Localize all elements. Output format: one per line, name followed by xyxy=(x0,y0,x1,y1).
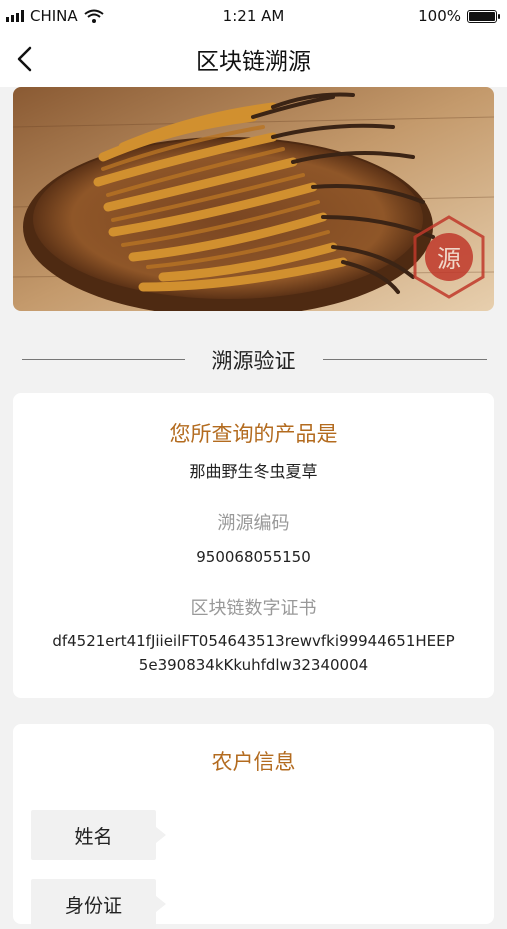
battery-icon xyxy=(467,9,500,23)
status-right: 100% xyxy=(418,7,500,25)
page-title: 区块链溯源 xyxy=(196,49,311,75)
verification-card: 您所查询的产品是 那曲野生冬虫夏草 溯源编码 950068055150 区块链数… xyxy=(13,393,494,698)
product-name: 那曲野生冬虫夏草 xyxy=(189,462,318,481)
field-label-id-card: 身份证 xyxy=(31,879,166,929)
farmer-info-title: 农户信息 xyxy=(211,750,296,774)
trace-code-value: 950068055150 xyxy=(196,548,311,566)
nav-bar: 区块链溯源 xyxy=(0,32,507,87)
certificate-label: 区块链数字证书 xyxy=(190,598,317,619)
section-title: 溯源验证 xyxy=(211,349,296,373)
seal-text: 源 xyxy=(437,245,461,273)
trace-code-label: 溯源编码 xyxy=(217,513,290,534)
farmer-info-card: 农户信息 姓名 身份证 xyxy=(13,724,494,929)
product-hero-image: 源 xyxy=(13,87,494,311)
certificate-line-2: 5e390834kKkuhfdlw32340004 xyxy=(138,656,369,674)
section-header: 溯源验证 xyxy=(0,340,507,380)
certificate-line-1: df4521ert41fJiieilFT054643513rewvfki9994… xyxy=(52,632,455,650)
status-bar: CHINA 1:21 AM 100% xyxy=(0,0,507,32)
battery-percent: 100% xyxy=(418,7,461,25)
divider-right xyxy=(323,359,487,360)
field-label-name: 姓名 xyxy=(31,810,166,860)
product-query-title: 您所查询的产品是 xyxy=(169,422,338,446)
